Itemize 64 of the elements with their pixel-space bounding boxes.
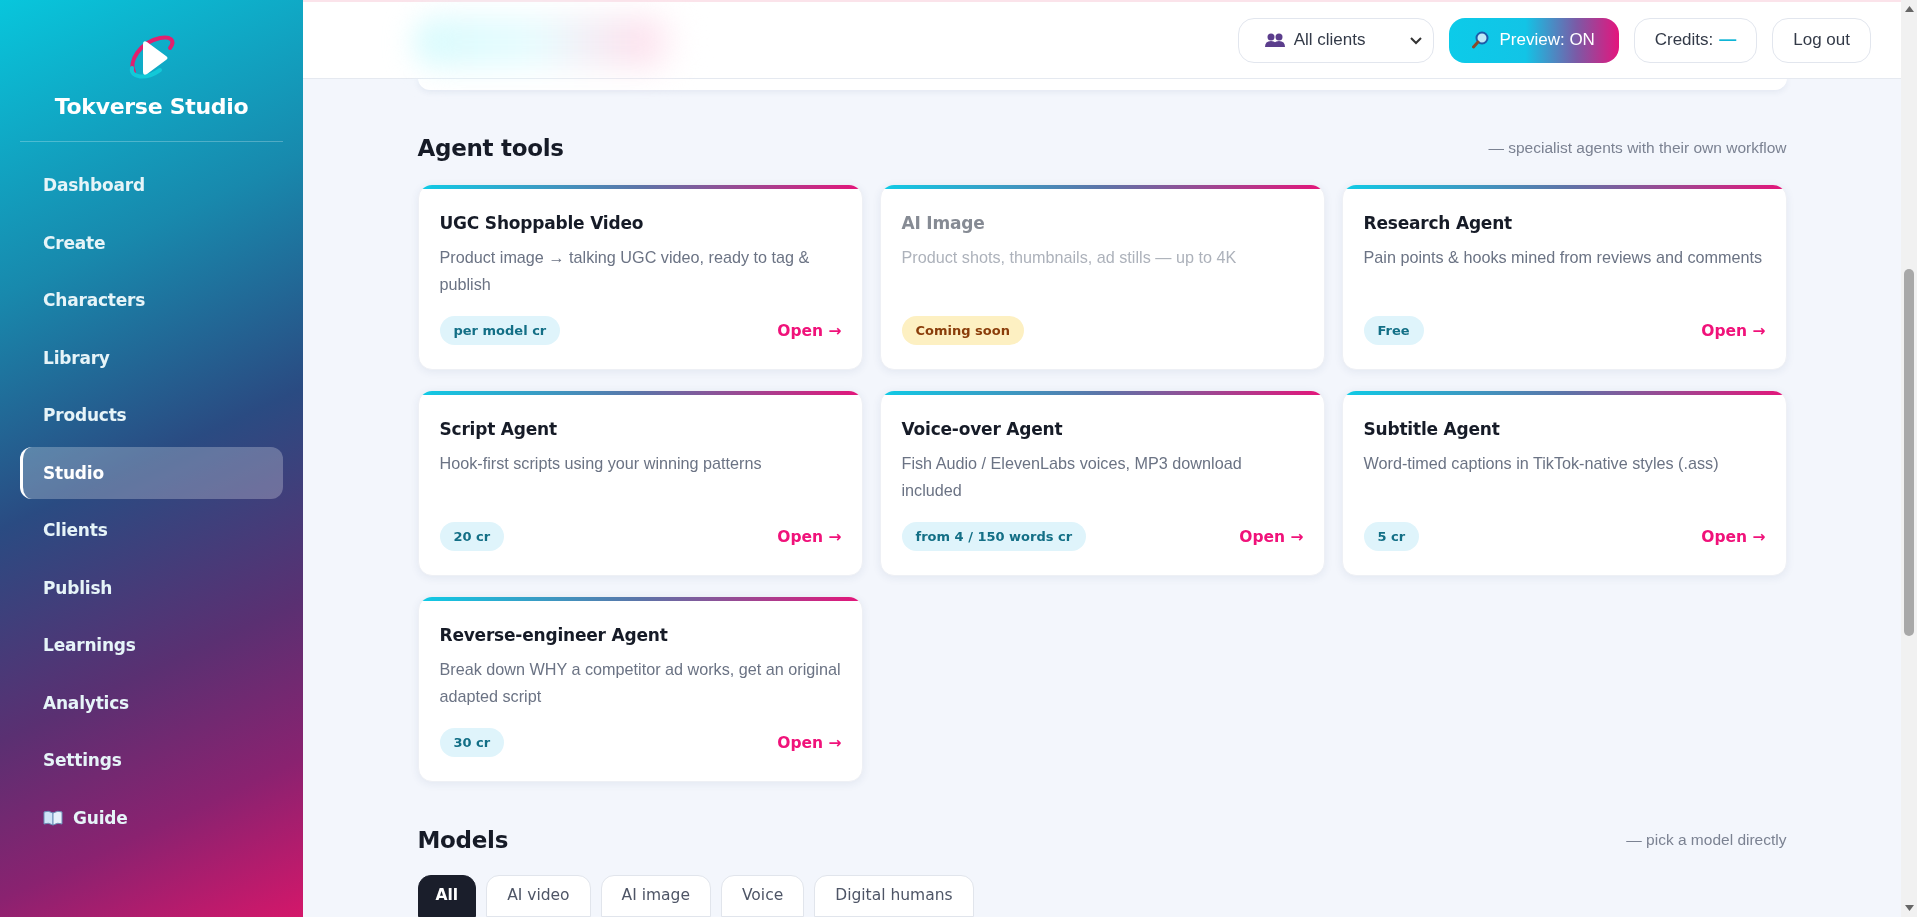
nav-item[interactable]: Products	[20, 389, 283, 441]
book-icon	[43, 809, 63, 826]
logout-button[interactable]: Log out	[1772, 17, 1871, 63]
preview-button[interactable]: Preview: ON	[1448, 17, 1619, 63]
card-title: UGC Shoppable Video	[439, 212, 645, 235]
agent-card[interactable]: Voice-over Agent Fish Audio / ElevenLabs voices, MP3 download included from 4 / 150 words cr Open →	[879, 390, 1325, 576]
card-description: Word-timed captions in TikTok-native styles (.ass)	[1363, 453, 1720, 474]
scrollbar-thumb[interactable]	[1904, 269, 1914, 636]
price-tag: 20 cr	[439, 522, 505, 551]
filter-tab[interactable]: AI image	[600, 875, 711, 917]
card-title: Reverse-engineer Agent	[439, 624, 669, 647]
section-subtitle: — pick a model directly	[1626, 831, 1787, 849]
open-link[interactable]: Open →	[777, 321, 842, 340]
card-title: Research Agent	[1363, 212, 1513, 235]
nav-item[interactable]: Learnings	[20, 619, 283, 671]
nav-item[interactable]: Analytics	[20, 676, 283, 729]
section-subtitle: — specialist agents with their own workflow	[1488, 139, 1787, 157]
price-tag: Free	[1363, 316, 1424, 345]
client-select[interactable]: All clients	[1237, 17, 1434, 63]
filter-tab[interactable]: Voice	[720, 875, 805, 917]
status-tag: Coming soon	[901, 316, 1024, 345]
price-tag: 5 cr	[1363, 522, 1420, 551]
people-icon	[1264, 32, 1285, 48]
section-title: Models	[417, 827, 509, 853]
card-description: Product shots, thumbnails, ad stills — up to 4K	[901, 247, 1238, 268]
card-title: Script Agent	[439, 418, 558, 441]
agent-card[interactable]: Subtitle Agent Word-timed captions in TikTok-native styles (.ass) 5 cr Open →	[1341, 390, 1787, 576]
scroll-up-icon[interactable]	[1904, 6, 1914, 12]
chevron-down-icon	[1408, 35, 1423, 45]
open-link[interactable]: Open →	[1701, 321, 1766, 340]
filter-tab[interactable]: Digital humans	[814, 875, 974, 917]
open-link[interactable]: Open →	[777, 527, 842, 546]
nav-item[interactable]: Publish	[20, 561, 283, 614]
section-title: Agent tools	[417, 135, 564, 161]
card-description: Break down WHY a competitor ad works, get an original adapted script	[439, 659, 842, 707]
card-title: Subtitle Agent	[1363, 418, 1501, 441]
nav-item[interactable]: Clients	[20, 504, 283, 556]
open-link[interactable]: Open →	[777, 733, 842, 752]
credits-button[interactable]: Credits: —	[1633, 17, 1758, 63]
price-tag: 30 cr	[439, 728, 505, 757]
price-tag: from 4 / 150 words cr	[901, 522, 1087, 551]
agent-card[interactable]: Script Agent Hook-first scripts using your winning patterns 20 cr Open →	[417, 390, 863, 576]
card-description: Hook-first scripts using your winning patterns	[439, 453, 763, 474]
card-description: Fish Audio / ElevenLabs voices, MP3 download included	[901, 453, 1243, 501]
nav-item[interactable]: Guide	[20, 791, 283, 844]
filter-tab[interactable]: AI video	[486, 875, 591, 917]
price-tag: per model cr	[439, 316, 561, 345]
search-icon	[1472, 31, 1491, 49]
scroll-down-icon[interactable]	[1904, 905, 1914, 911]
card-title: Voice-over Agent	[901, 418, 1064, 441]
filter-tab[interactable]: All	[417, 875, 477, 917]
nav-item[interactable]: Library	[20, 331, 283, 384]
card-description: Pain points & hooks mined from reviews and comments	[1363, 247, 1764, 268]
agent-card[interactable]: Reverse-engineer Agent Break down WHY a competitor ad works, get an original adapted script 30 cr Open →	[417, 596, 863, 782]
nav-item[interactable]: Studio	[20, 446, 283, 499]
nav-item[interactable]: Characters	[20, 274, 283, 326]
agent-card[interactable]: Research Agent Pain points & hooks mined from reviews and comments Free Open →	[1341, 184, 1787, 370]
open-link[interactable]: Open →	[1239, 527, 1304, 546]
card-description: Product image → talking UGC video, ready to tag & publish	[439, 247, 811, 295]
nav-item[interactable]: Settings	[20, 734, 283, 786]
open-link[interactable]: Open →	[1701, 527, 1766, 546]
agent-card[interactable]: UGC Shoppable Video Product image → talking UGC video, ready to tag & publish per model cr Open →	[417, 184, 863, 370]
card-title: AI Image	[901, 212, 986, 235]
brand-name: Tokverse Studio	[54, 94, 249, 119]
